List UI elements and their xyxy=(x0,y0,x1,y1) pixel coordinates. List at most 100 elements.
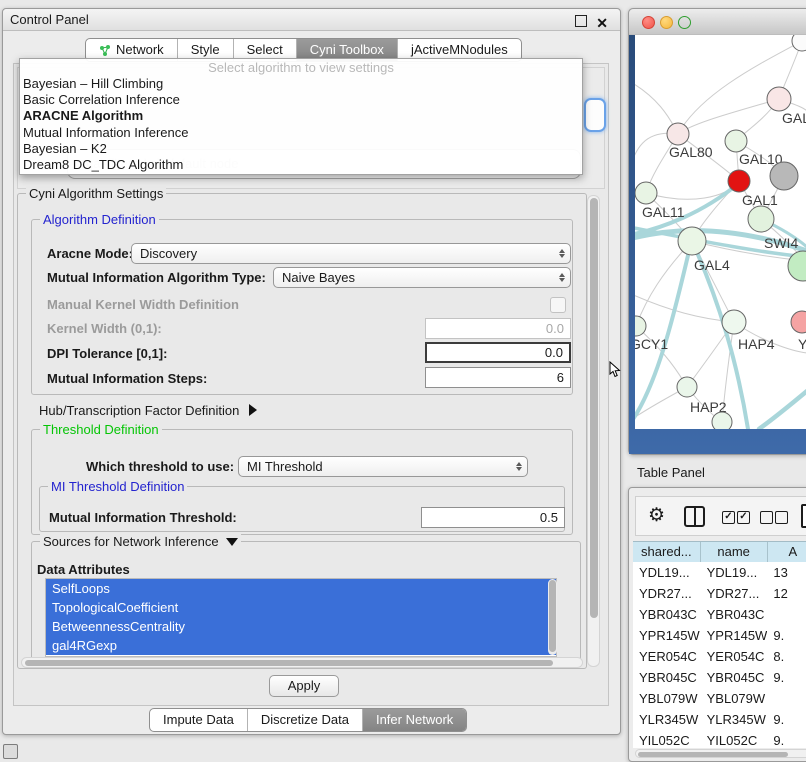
hub-definition-toggle[interactable]: Hub/Transcription Factor Definition xyxy=(39,400,257,421)
mi-threshold-input[interactable]: 0.5 xyxy=(421,507,565,528)
tab-discretize-data[interactable]: Discretize Data xyxy=(247,709,362,731)
table-row[interactable]: YBR045CYBR045C9. xyxy=(633,667,806,688)
table-toolbar: ⚙ ✓ ✓ xyxy=(635,496,806,536)
manual-kernel-width-checkbox[interactable] xyxy=(550,297,566,313)
network-node[interactable] xyxy=(791,311,806,333)
column-header[interactable]: name xyxy=(701,542,768,563)
column-header[interactable]: shared... xyxy=(633,542,701,563)
network-node-label: GAL xyxy=(782,110,806,126)
mi-steps-label: Mutual Information Steps: xyxy=(47,368,207,389)
table-row[interactable]: YIL052CYIL052C9. xyxy=(633,730,806,748)
scrollbar-thumb[interactable] xyxy=(638,752,788,757)
kernel-width-label: Kernel Width (0,1): xyxy=(47,318,162,339)
settings-vertical-scrollbar[interactable] xyxy=(587,195,600,667)
network-node[interactable] xyxy=(635,182,657,204)
table-cell: 8. xyxy=(767,646,806,667)
combo-value: MI Threshold xyxy=(247,459,323,474)
cyni-bottom-tabs: Impute Data Discretize Data Infer Networ… xyxy=(149,708,467,732)
network-window-titlebar[interactable] xyxy=(629,9,806,35)
data-attributes-list[interactable]: SelfLoopsTopologicalCoefficientBetweenne… xyxy=(45,578,557,657)
algorithm-option[interactable]: Bayesian – Hill Climbing xyxy=(20,76,582,92)
algorithm-option[interactable]: Mutual Information Inference xyxy=(20,125,582,141)
algorithm-option[interactable]: Dream8 DC_TDC Algorithm xyxy=(20,157,582,173)
collapsed-panel-icon[interactable] xyxy=(3,744,18,759)
scrollbar-thumb[interactable] xyxy=(549,580,556,652)
network-icon xyxy=(99,44,112,57)
minimize-traffic-icon[interactable] xyxy=(660,16,673,29)
network-node[interactable] xyxy=(667,123,689,145)
table-cell: YLR345W xyxy=(701,709,768,730)
network-node[interactable] xyxy=(770,162,798,190)
tab-impute-data[interactable]: Impute Data xyxy=(150,709,247,731)
select-all-checkbox2-icon[interactable]: ✓ xyxy=(737,511,750,524)
gear-icon[interactable]: ⚙ xyxy=(648,503,665,529)
table-cell xyxy=(767,604,806,625)
table-cell: 9. xyxy=(767,709,806,730)
algorithm-option[interactable]: Bayesian – K2 xyxy=(20,141,582,157)
float-window-icon[interactable] xyxy=(575,15,587,27)
manual-kernel-width-label: Manual Kernel Width Definition xyxy=(47,294,239,315)
new-table-icon[interactable] xyxy=(801,504,806,528)
control-panel-titlebar[interactable]: Control Panel ✕ xyxy=(3,9,620,31)
table-cell: YBR045C xyxy=(633,667,701,688)
table-row[interactable]: YBL079WYBL079W xyxy=(633,688,806,709)
attribute-list-item[interactable]: SelfLoops xyxy=(46,579,556,598)
group-title: MI Threshold Definition xyxy=(48,479,187,494)
table-row[interactable]: YER054CYER054C8. xyxy=(633,646,806,667)
algorithm-option[interactable]: ARACNE Algorithm xyxy=(20,108,582,124)
network-node-label: Y xyxy=(798,336,806,352)
aracne-mode-combo[interactable]: Discovery xyxy=(131,243,571,264)
network-node[interactable] xyxy=(725,130,747,152)
network-node[interactable] xyxy=(635,316,646,336)
data-attributes-label: Data Attributes xyxy=(37,559,130,580)
table-row[interactable]: YDR27...YDR27...12 xyxy=(633,583,806,604)
column-header[interactable]: A xyxy=(768,542,806,563)
attribute-list-item[interactable]: BetweennessCentrality xyxy=(46,617,556,636)
network-node[interactable] xyxy=(712,412,732,429)
network-node-label: HAP4 xyxy=(738,336,775,352)
network-node[interactable] xyxy=(748,206,774,232)
expand-right-icon xyxy=(249,404,257,416)
select-all-checkbox-icon[interactable]: ✓ xyxy=(722,511,735,524)
settings-horizontal-scrollbar[interactable] xyxy=(21,657,583,668)
which-threshold-combo[interactable]: MI Threshold xyxy=(238,456,528,477)
scrollbar-thumb[interactable] xyxy=(590,198,598,618)
table-row[interactable]: YLR345WYLR345W9. xyxy=(633,709,806,730)
column-layout-icon[interactable] xyxy=(684,506,705,527)
table-row[interactable]: YDL19...YDL19...13 xyxy=(633,562,806,583)
deselect-checkbox2-icon[interactable] xyxy=(775,511,788,524)
dpi-tolerance-input[interactable]: 0.0 xyxy=(425,342,571,363)
zoom-traffic-icon[interactable] xyxy=(678,16,691,29)
network-node[interactable] xyxy=(678,227,706,255)
network-node[interactable] xyxy=(767,87,791,111)
algorithm-option[interactable]: Basic Correlation Inference xyxy=(20,92,582,108)
group-title: Algorithm Definition xyxy=(40,212,159,227)
network-node[interactable] xyxy=(728,170,750,192)
expand-down-icon xyxy=(226,538,238,546)
deselect-checkbox-icon[interactable] xyxy=(760,511,773,524)
algorithm-combo-fragment[interactable] xyxy=(584,98,606,132)
network-edge-highlighted[interactable] xyxy=(759,391,806,429)
network-node[interactable] xyxy=(792,35,806,51)
table-row[interactable]: YBR043CYBR043C xyxy=(633,604,806,625)
mi-algorithm-type-combo[interactable]: Naive Bayes xyxy=(273,267,571,288)
which-threshold-label: Which threshold to use: xyxy=(86,456,234,477)
network-canvas[interactable]: GALGAL80GAL10GAL1GAL11SWI4GAL4GCY1HAP4YH… xyxy=(635,35,806,429)
close-traffic-icon[interactable] xyxy=(642,16,655,29)
control-panel-window: Control Panel ✕ gal-filtered sif default… xyxy=(2,8,621,735)
tab-infer-network[interactable]: Infer Network xyxy=(362,709,466,731)
close-icon[interactable]: ✕ xyxy=(596,12,608,34)
mi-steps-input[interactable]: 6 xyxy=(425,367,571,388)
attribute-list-item[interactable]: gal4RGexp xyxy=(46,636,556,655)
table-horizontal-scrollbar[interactable] xyxy=(635,749,806,758)
network-node[interactable] xyxy=(722,310,746,334)
apply-button[interactable]: Apply xyxy=(269,675,339,697)
sources-toggle[interactable]: Sources for Network Inference xyxy=(40,534,241,549)
attributes-list-scrollbar[interactable] xyxy=(548,579,557,655)
attribute-list-item[interactable]: TopologicalCoefficient xyxy=(46,598,556,617)
network-node[interactable] xyxy=(677,377,697,397)
table-cell: YBL079W xyxy=(701,688,768,709)
kernel-width-input[interactable]: 0.0 xyxy=(425,318,571,339)
table-row[interactable]: YPR145WYPR145W9. xyxy=(633,625,806,646)
scrollbar-thumb[interactable] xyxy=(25,660,553,666)
